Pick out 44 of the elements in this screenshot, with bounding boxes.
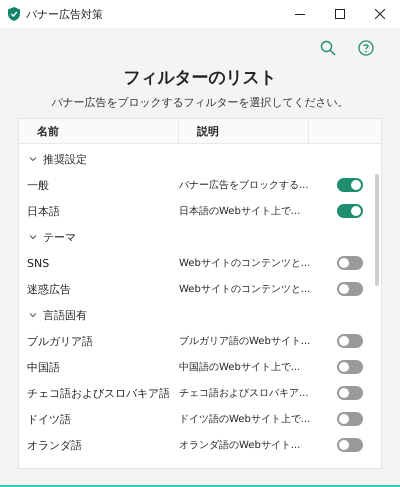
filter-name: ドイツ語 <box>26 412 72 426</box>
filter-description: バナー広告をブロックする... <box>179 178 310 192</box>
filter-description: 中国語のWebサイト上で... <box>179 360 302 374</box>
filter-name: 迷惑広告 <box>26 282 72 296</box>
page-heading: フィルターのリスト <box>122 67 278 89</box>
filter-description: Webサイトのコンテンツと... <box>179 257 312 270</box>
toggle-switch[interactable] <box>337 282 363 296</box>
shield-icon <box>8 7 20 21</box>
filter-description: ドイツ語のWebサイト上で... <box>179 412 312 426</box>
scrollbar-thumb[interactable] <box>375 174 379 286</box>
help-icon[interactable] <box>358 40 374 56</box>
group-name: 言語固有 <box>43 308 87 322</box>
close-icon <box>375 9 385 19</box>
filter-description: チェコ語およびスロバキア... <box>179 386 310 400</box>
filter-description: ブルガリア語のWebサイト... <box>179 334 312 348</box>
filter-name: 一般 <box>26 178 50 192</box>
toggle-switch[interactable] <box>337 438 363 452</box>
page-subtitle: バナー広告をブロックするフィルターを選択してください。 <box>50 95 350 110</box>
group-name: テーマ <box>43 230 76 244</box>
maximize-icon <box>335 9 345 19</box>
filter-name: ブルガリア語 <box>26 334 94 348</box>
column-header[interactable]: 名前 <box>19 119 179 143</box>
window-title: バナー広告対策 <box>26 6 104 22</box>
filter-name: オランダ語 <box>26 438 83 452</box>
filter-description: 日本語のWebサイト上で... <box>179 204 302 218</box>
filter-name: 中国語 <box>26 360 61 374</box>
group-name: 推奨設定 <box>43 152 87 166</box>
toggle-switch[interactable] <box>337 412 363 426</box>
toggle-switch[interactable] <box>337 386 363 400</box>
filter-name: 日本語 <box>26 204 61 218</box>
column-header[interactable]: 説明 <box>179 119 309 143</box>
toggle-switch[interactable] <box>337 256 363 270</box>
toggle-switch[interactable] <box>337 178 363 192</box>
filter-description: オランダ語のWebサイト... <box>179 438 302 452</box>
chevron-icon[interactable] <box>29 233 37 241</box>
chevron-icon[interactable] <box>29 311 37 319</box>
search-icon[interactable] <box>320 40 336 56</box>
filter-name: チェコ語およびスロバキア語 <box>26 386 171 400</box>
toggle-switch[interactable] <box>337 204 363 218</box>
filter-description: Webサイトのコンテンツと... <box>179 283 312 296</box>
toggle-switch[interactable] <box>337 360 363 374</box>
chevron-icon[interactable] <box>29 155 37 163</box>
filter-name: SNS <box>26 256 50 270</box>
toggle-switch[interactable] <box>337 334 363 348</box>
